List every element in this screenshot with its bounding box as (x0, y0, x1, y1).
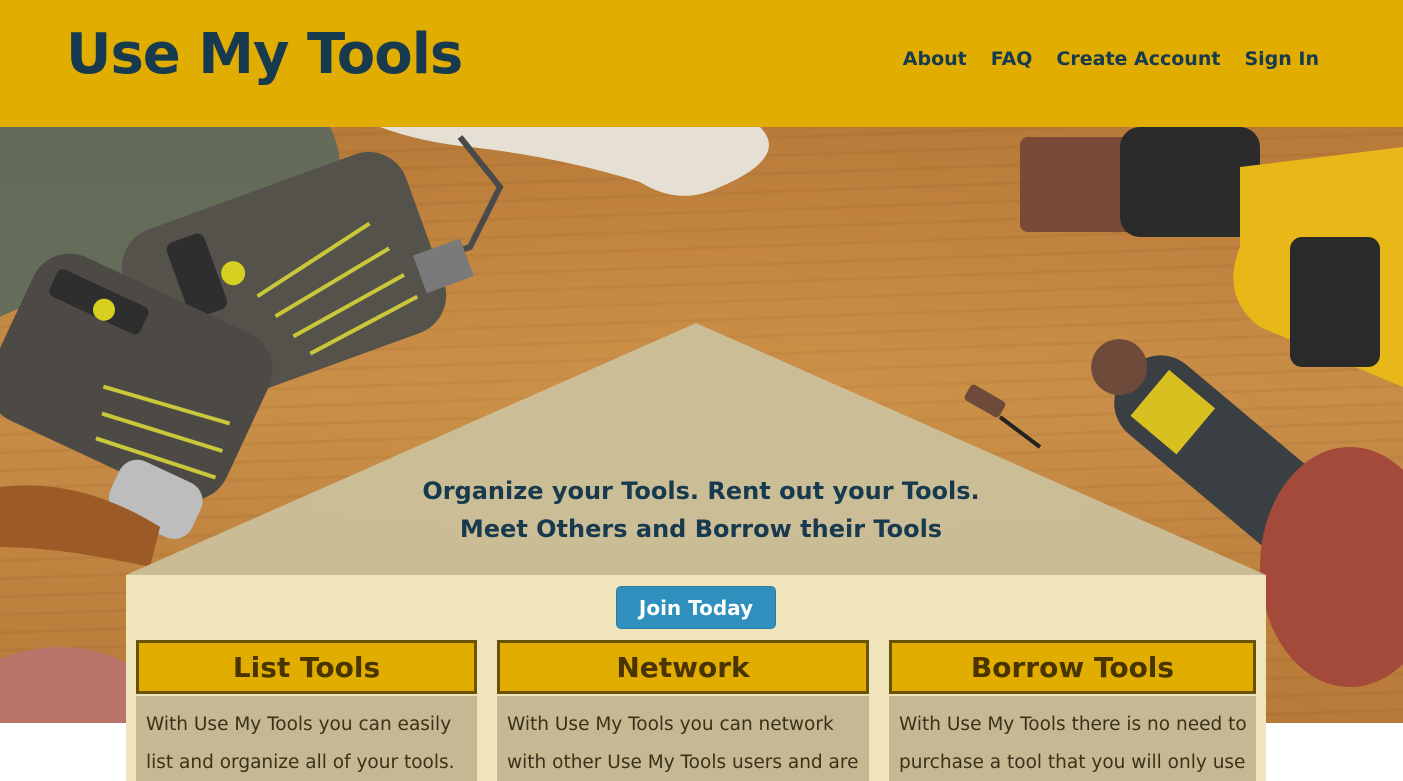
card-body-list-tools: With Use My Tools you can easily list an… (136, 696, 477, 781)
hero-tagline: Organize your Tools. Rent out your Tools… (396, 472, 1006, 548)
card-title-borrow-tools: Borrow Tools (889, 640, 1256, 694)
tagline-line-1: Organize your Tools. Rent out your Tools… (422, 477, 980, 505)
nav-sign-in-link[interactable]: Sign In (1244, 48, 1319, 70)
site-logo[interactable]: Use My Tools (66, 22, 463, 87)
card-body-borrow-tools: With Use My Tools there is no need to pu… (889, 696, 1256, 781)
nav-about-link[interactable]: About (903, 48, 967, 70)
card-title-network: Network (497, 640, 869, 694)
site-header: Use My Tools About FAQ Create Account Si… (0, 0, 1403, 127)
nav-create-account-link[interactable]: Create Account (1056, 48, 1220, 70)
card-title-list-tools: List Tools (136, 640, 477, 694)
nav-faq-link[interactable]: FAQ (991, 48, 1033, 70)
card-body-network: With Use My Tools you can network with o… (497, 696, 869, 781)
main-nav: About FAQ Create Account Sign In (903, 48, 1319, 70)
join-today-button[interactable]: Join Today (616, 586, 776, 629)
tagline-line-2: Meet Others and Borrow their Tools (459, 515, 943, 543)
